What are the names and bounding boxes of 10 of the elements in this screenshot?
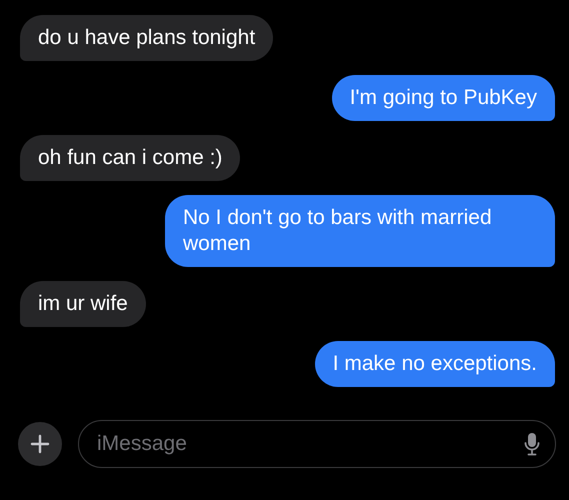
plus-icon [30, 434, 50, 454]
microphone-icon[interactable] [524, 432, 540, 456]
add-button[interactable] [18, 422, 62, 466]
sent-message-bubble: I make no exceptions. [314, 341, 555, 387]
sent-message-bubble: No I don't go to bars with married women [165, 195, 555, 267]
sent-message-bubble: I'm going to PubKey [332, 75, 555, 121]
received-message-bubble: oh fun can i come :) [20, 135, 240, 181]
message-field[interactable]: iMessage [78, 420, 556, 468]
received-message-bubble: do u have plans tonight [20, 15, 274, 61]
received-message-bubble: im ur wife [20, 281, 146, 327]
